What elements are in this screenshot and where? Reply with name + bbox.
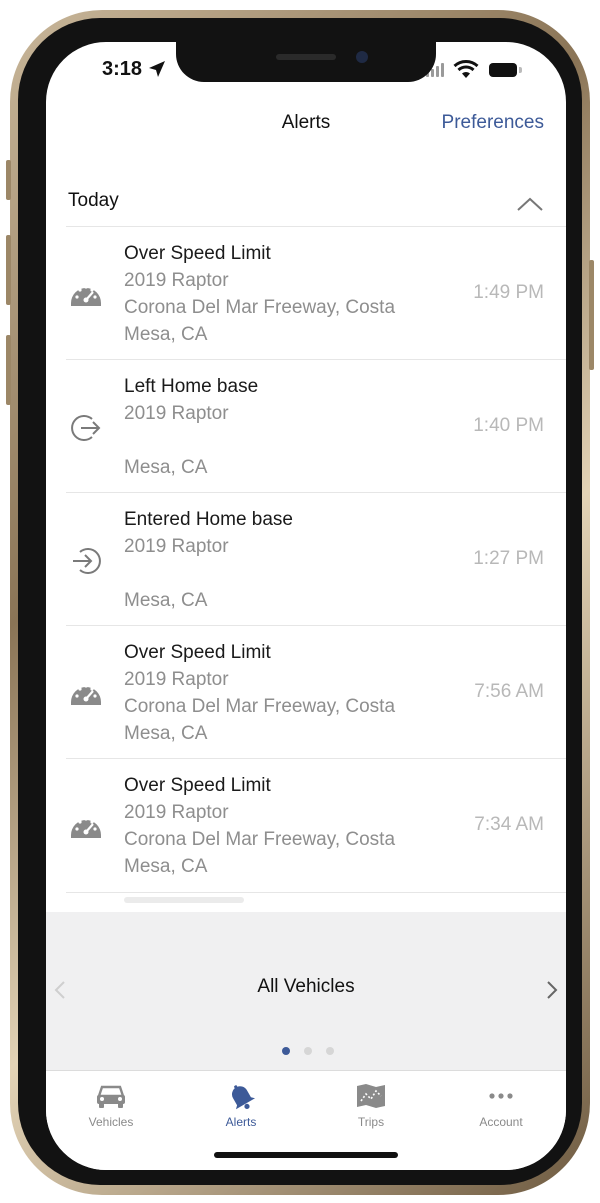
tab-vehicles[interactable]: Vehicles bbox=[46, 1071, 176, 1170]
car-icon bbox=[97, 1085, 125, 1108]
alert-location bbox=[124, 560, 434, 587]
alert-location: Mesa, CA bbox=[124, 457, 208, 478]
location-arrow-icon bbox=[149, 61, 165, 77]
alert-time: 1:27 PM bbox=[473, 548, 544, 569]
alert-row[interactable]: Over Speed Limit 2019 Raptor Corona Del … bbox=[66, 625, 566, 758]
tab-account[interactable]: Account bbox=[436, 1071, 566, 1170]
alerts-list: Over Speed Limit 2019 Raptor Corona Del … bbox=[66, 226, 566, 891]
volume-up-button bbox=[6, 235, 11, 305]
bell-icon bbox=[232, 1085, 256, 1110]
section-title-today: Today bbox=[68, 190, 119, 211]
alert-time: 7:56 AM bbox=[474, 681, 544, 702]
map-icon bbox=[357, 1084, 385, 1108]
alert-vehicle: 2019 Raptor bbox=[124, 270, 229, 291]
page-indicator bbox=[282, 1047, 334, 1055]
alert-title: Over Speed Limit bbox=[124, 775, 271, 796]
wifi-icon bbox=[453, 60, 479, 78]
app-screen: 3:18 Alerts Preferences Today Over Speed… bbox=[46, 42, 566, 1170]
battery-tip bbox=[519, 67, 522, 73]
page-dot-active bbox=[282, 1047, 290, 1055]
camera-notch bbox=[176, 42, 436, 82]
alert-location bbox=[124, 427, 434, 454]
speedometer-icon bbox=[71, 684, 101, 705]
alert-row[interactable]: Left Home base 2019 Raptor Mesa, CA 1:40… bbox=[66, 359, 566, 492]
page-dot bbox=[304, 1047, 312, 1055]
selected-vehicle-label: All Vehicles bbox=[257, 976, 355, 997]
alert-location: Corona Del Mar Freeway, Costa bbox=[124, 829, 396, 850]
alert-text: Over Speed Limit 2019 Raptor Corona Del … bbox=[124, 639, 434, 747]
alert-text: Entered Home base 2019 Raptor Mesa, CA bbox=[124, 506, 434, 614]
alert-title: Entered Home base bbox=[124, 509, 293, 530]
chevron-right-icon[interactable] bbox=[546, 980, 558, 1000]
alert-text: Left Home base 2019 Raptor Mesa, CA bbox=[124, 373, 434, 481]
front-camera bbox=[356, 51, 368, 63]
alert-row[interactable]: Over Speed Limit 2019 Raptor Corona Del … bbox=[66, 758, 566, 891]
exit-icon bbox=[71, 415, 101, 441]
alert-time: 7:34 AM bbox=[474, 814, 544, 835]
alert-time: 1:40 PM bbox=[473, 415, 544, 436]
partially-hidden-alert-row[interactable] bbox=[66, 892, 566, 906]
alert-location: Mesa, CA bbox=[124, 324, 208, 345]
tab-label: Account bbox=[479, 1115, 523, 1129]
alert-location: Corona Del Mar Freeway, Costa bbox=[124, 696, 396, 717]
speedometer-icon bbox=[71, 285, 101, 306]
speaker-grille bbox=[276, 54, 336, 60]
alert-location: Mesa, CA bbox=[124, 856, 208, 877]
tab-label: Vehicles bbox=[88, 1115, 134, 1129]
alert-title: Left Home base bbox=[124, 376, 259, 397]
alert-vehicle: 2019 Raptor bbox=[124, 669, 229, 690]
tab-label: Trips bbox=[357, 1115, 385, 1129]
page-dot bbox=[326, 1047, 334, 1055]
more-icon bbox=[489, 1093, 513, 1099]
alert-vehicle: 2019 Raptor bbox=[124, 536, 229, 557]
alert-location: Mesa, CA bbox=[124, 723, 208, 744]
alert-location: Mesa, CA bbox=[124, 590, 208, 611]
vehicle-selector[interactable]: All Vehicles bbox=[46, 912, 566, 1070]
alert-title: Over Speed Limit bbox=[124, 642, 271, 663]
home-indicator[interactable] bbox=[214, 1152, 398, 1158]
mute-switch bbox=[6, 160, 11, 200]
tab-label: Alerts bbox=[225, 1115, 257, 1129]
alert-title: Over Speed Limit bbox=[124, 243, 271, 264]
enter-icon bbox=[73, 548, 101, 574]
partially-hidden-alert-text bbox=[124, 897, 244, 903]
alert-row[interactable]: Entered Home base 2019 Raptor Mesa, CA 1… bbox=[66, 492, 566, 625]
speedometer-icon bbox=[71, 817, 101, 838]
alert-text: Over Speed Limit 2019 Raptor Corona Del … bbox=[124, 240, 434, 348]
alert-vehicle: 2019 Raptor bbox=[124, 403, 229, 424]
power-button bbox=[589, 260, 594, 370]
alert-vehicle: 2019 Raptor bbox=[124, 802, 229, 823]
alert-time: 1:49 PM bbox=[473, 282, 544, 303]
chevron-up-icon[interactable] bbox=[516, 195, 544, 213]
status-time: 3:18 bbox=[102, 58, 143, 80]
volume-down-button bbox=[6, 335, 11, 405]
alert-text: Over Speed Limit 2019 Raptor Corona Del … bbox=[124, 772, 434, 880]
battery-icon bbox=[489, 63, 517, 77]
alert-row[interactable]: Over Speed Limit 2019 Raptor Corona Del … bbox=[66, 226, 566, 359]
alert-location: Corona Del Mar Freeway, Costa bbox=[124, 297, 396, 318]
preferences-button[interactable]: Preferences bbox=[442, 112, 544, 134]
